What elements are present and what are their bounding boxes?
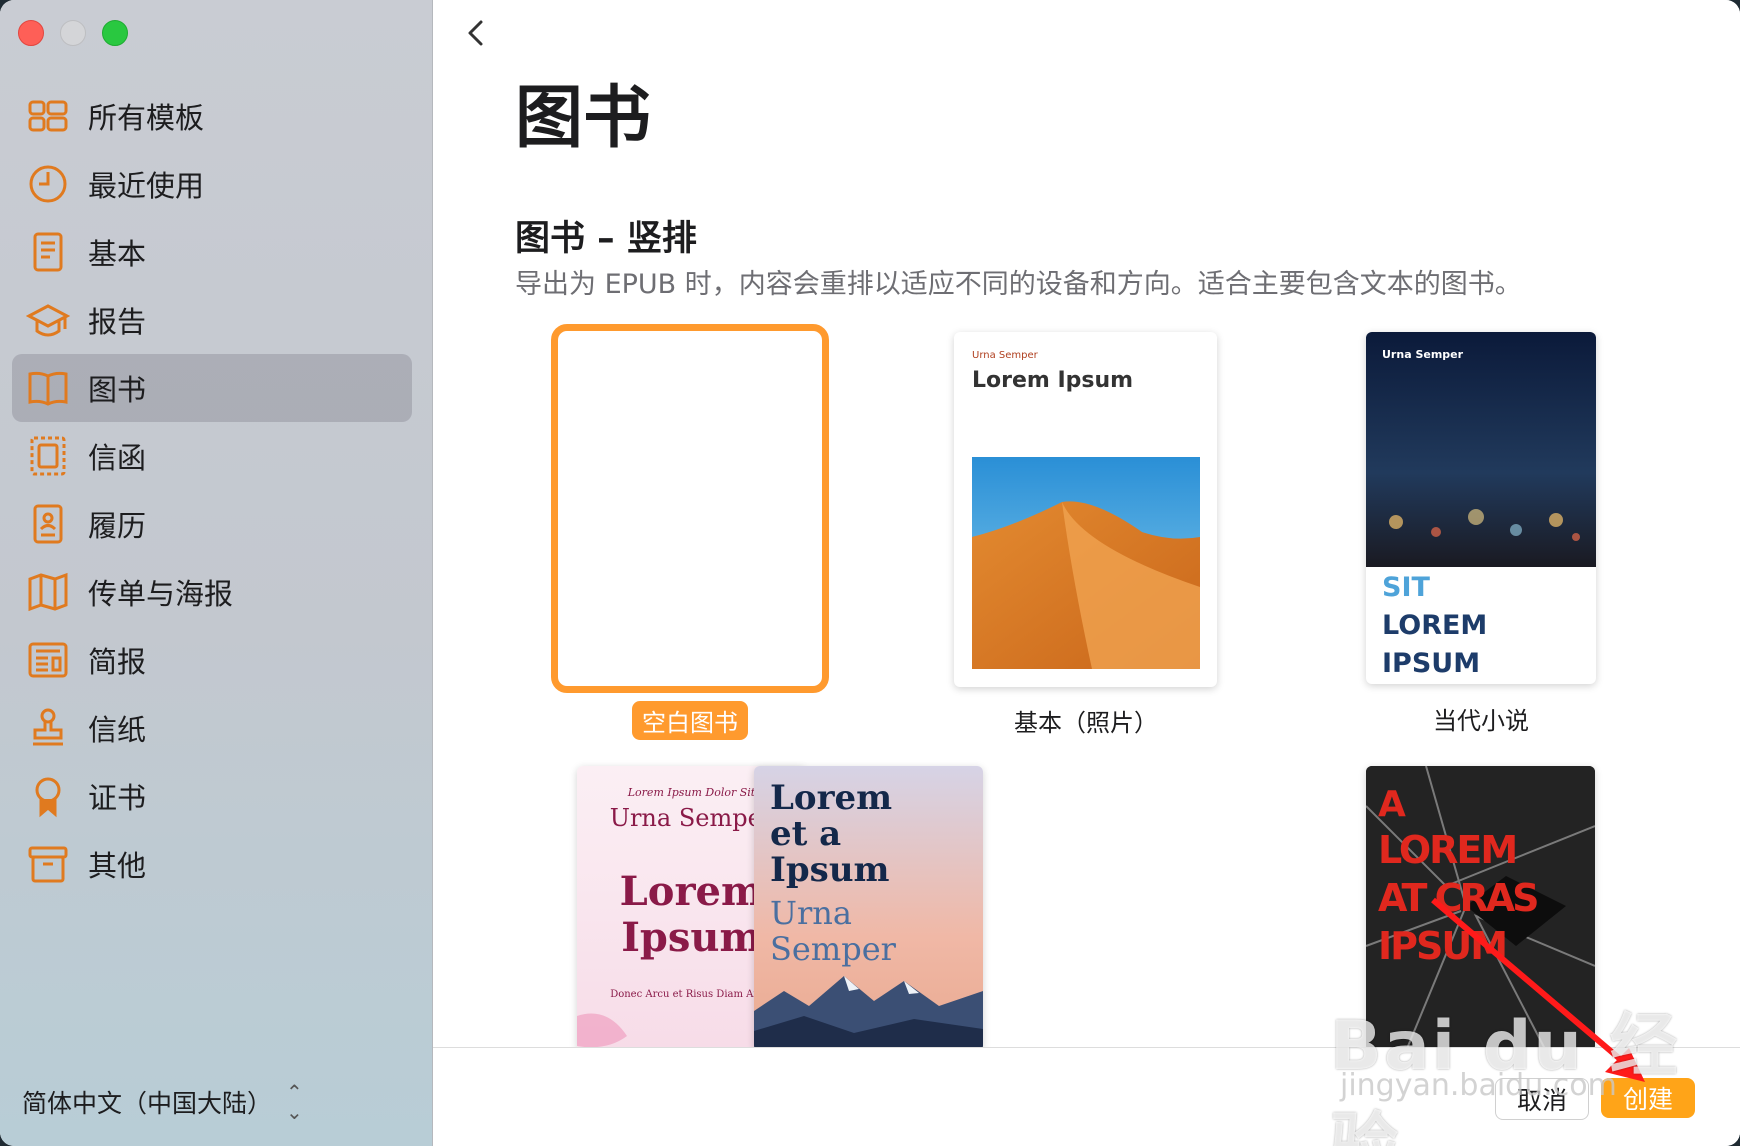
thumbnail-title-text: Lorem Ipsum [972,368,1134,393]
mountain-image [754,976,983,1051]
template-label-blank-book[interactable]: 空白图书 [632,701,748,740]
sidebar-item-books[interactable]: 图书 [12,354,412,422]
sidebar-item-label: 报告 [88,305,147,339]
thumbnail-line-4: IPSUM [1378,924,1508,968]
main-content: 图书 图书 – 竖排 导出为 EPUB 时，内容会重排以适应不同的设备和方向。适… [433,0,1740,1146]
sidebar-item-label: 简报 [88,645,147,679]
sidebar-item-basic[interactable]: 基本 [12,218,412,286]
template-basic-photo-thumbnail[interactable]: Urna Semper Lorem Ipsum [954,332,1217,687]
stamp-frame-icon [24,432,72,480]
city-bokeh-image [1366,332,1596,567]
archive-box-icon [24,840,72,888]
document-icon [24,228,72,276]
app-window: 所有模板 最近使用 基本 报告 图书 信函 履历 传单与海报 简报 信纸 证书 … [0,0,1740,1146]
thumbnail-line-3: IPSUM [1382,648,1481,679]
template-mountain-thumbnail[interactable]: Lorem et a Ipsum Urna Semper [754,766,983,1051]
section-title: 图书 – 竖排 [515,219,697,259]
sidebar-item-recent[interactable]: 最近使用 [12,150,412,218]
close-window-button[interactable] [18,20,44,46]
sidebar-item-report[interactable]: 报告 [12,286,412,354]
stamp-icon [24,704,72,752]
sidebar: 所有模板 最近使用 基本 报告 图书 信函 履历 传单与海报 简报 信纸 证书 … [0,0,433,1146]
thumbnail-small-text: Urna Semper [972,350,1038,361]
graduation-cap-icon [24,296,72,344]
sidebar-item-resume[interactable]: 履历 [12,490,412,558]
thumbnail-line-3: AT CRAS [1378,876,1540,920]
sidebar-item-certificates[interactable]: 证书 [12,762,412,830]
sidebar-item-label: 其他 [88,849,147,883]
sidebar-item-label: 传单与海报 [88,577,234,611]
up-down-chevron-icon: ⌃ ⌄ [286,1080,303,1124]
thumbnail-line-2: LOREM [1378,828,1518,872]
thumbnail-line-2: LOREM [1382,610,1488,641]
sidebar-item-label: 最近使用 [88,169,205,203]
thumbnail-line-4: Urna [770,894,852,932]
sidebar-item-label: 信函 [88,441,147,475]
sidebar-item-label: 所有模板 [88,101,205,135]
section-description: 导出为 EPUB 时，内容会重排以适应不同的设备和方向。适合主要包含文本的图书。 [515,269,1522,300]
newspaper-icon [24,636,72,684]
desert-dunes-image [972,457,1200,669]
floral-image [577,1013,627,1048]
sidebar-item-all-templates[interactable]: 所有模板 [12,82,412,150]
window-controls [18,20,128,46]
sidebar-item-stationery[interactable]: 信纸 [12,694,412,762]
sidebar-item-label: 履历 [88,509,147,543]
sidebar-item-letters[interactable]: 信函 [12,422,412,490]
thumbnail-line-3: Ipsum [770,850,890,890]
book-icon [24,364,72,412]
thumbnail-line-1: A [1378,784,1406,825]
page-title: 图书 [515,79,652,158]
ribbon-icon [24,772,72,820]
template-contemporary-novel-thumbnail[interactable]: Urna Semper SIT LOREM IPSUM [1366,332,1596,684]
language-selector[interactable]: 简体中文（中国大陆） ⌃ ⌄ [22,1082,303,1122]
zoom-window-button[interactable] [102,20,128,46]
sidebar-item-label: 证书 [88,781,147,815]
clock-icon [24,160,72,208]
sidebar-item-label: 信纸 [88,713,147,747]
grid-icon [24,92,72,140]
sidebar-item-flyers-posters[interactable]: 传单与海报 [12,558,412,626]
language-label: 简体中文（中国大陆） [22,1089,273,1118]
template-category-list: 所有模板 最近使用 基本 报告 图书 信函 履历 传单与海报 简报 信纸 证书 … [12,82,412,898]
minimize-window-button[interactable] [60,20,86,46]
map-icon [24,568,72,616]
person-document-icon [24,500,72,548]
template-label-basic-photo[interactable]: 基本（照片） [1014,703,1158,738]
sidebar-item-other[interactable]: 其他 [12,830,412,898]
sidebar-item-label: 基本 [88,237,147,271]
thumbnail-line-1: Lorem [770,778,893,818]
thumbnail-line-2: et a [770,814,842,854]
template-label-contemporary-novel[interactable]: 当代小说 [1433,701,1529,736]
back-chevron-icon[interactable] [461,18,491,48]
watermark-url: jingyan.baidu.com [1340,1068,1617,1103]
thumbnail-line-1: SIT [1382,572,1430,603]
sidebar-item-label: 图书 [88,373,147,407]
thumbnail-small-text: Urna Semper [1382,348,1464,361]
template-blank-book-thumbnail[interactable] [551,324,829,693]
sidebar-item-newsletters[interactable]: 简报 [12,626,412,694]
